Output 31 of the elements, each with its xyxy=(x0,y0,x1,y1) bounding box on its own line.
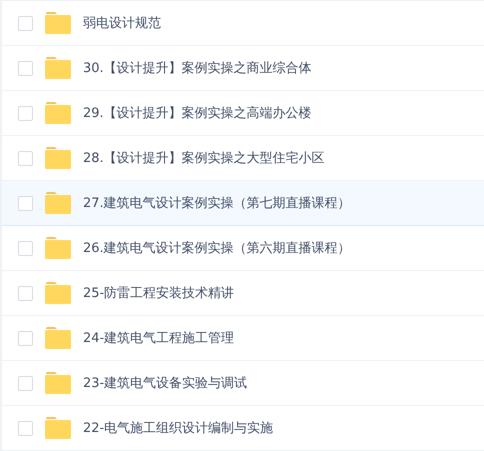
checkbox[interactable] xyxy=(18,286,33,300)
checkbox[interactable] xyxy=(18,16,33,30)
file-row[interactable]: 27.建筑电气设计案例实操（第七期直播课程） xyxy=(2,181,484,226)
folder-icon xyxy=(45,237,71,259)
checkbox[interactable] xyxy=(18,330,33,346)
folder-icon xyxy=(45,12,71,34)
folder-name[interactable]: 29.【设计提升】案例实操之高端办公楼 xyxy=(83,104,312,122)
folder-icon xyxy=(45,147,71,169)
checkbox[interactable] xyxy=(18,240,33,256)
checkbox[interactable] xyxy=(18,376,33,390)
folder-icon xyxy=(45,102,71,124)
checkbox[interactable] xyxy=(18,196,33,210)
folder-icon xyxy=(45,57,71,79)
checkbox[interactable] xyxy=(18,150,33,166)
folder-icon xyxy=(45,372,71,394)
folder-icon xyxy=(45,192,71,214)
folder-name[interactable]: 22-电气施工组织设计编制与实施 xyxy=(83,419,274,437)
folder-name[interactable]: 30.【设计提升】案例实操之商业综合体 xyxy=(83,59,312,77)
folder-name[interactable]: 23-建筑电气设备实验与调试 xyxy=(83,374,248,392)
folder-name[interactable]: 弱电设计规范 xyxy=(83,14,161,32)
checkbox[interactable] xyxy=(18,106,33,120)
folder-name[interactable]: 26.建筑电气设计案例实操（第六期直播课程） xyxy=(83,239,351,257)
folder-name[interactable]: 27.建筑电气设计案例实操（第七期直播课程） xyxy=(83,194,351,212)
folder-icon xyxy=(45,417,71,439)
folder-name[interactable]: 28.【设计提升】案例实操之大型住宅小区 xyxy=(83,149,325,167)
folder-icon xyxy=(45,327,71,349)
folder-name[interactable]: 25-防雷工程安装技术精讲 xyxy=(83,284,234,302)
checkbox[interactable] xyxy=(18,60,33,76)
checkbox[interactable] xyxy=(18,420,33,436)
folder-name[interactable]: 24-建筑电气工程施工管理 xyxy=(83,329,234,347)
folder-icon xyxy=(45,282,71,304)
